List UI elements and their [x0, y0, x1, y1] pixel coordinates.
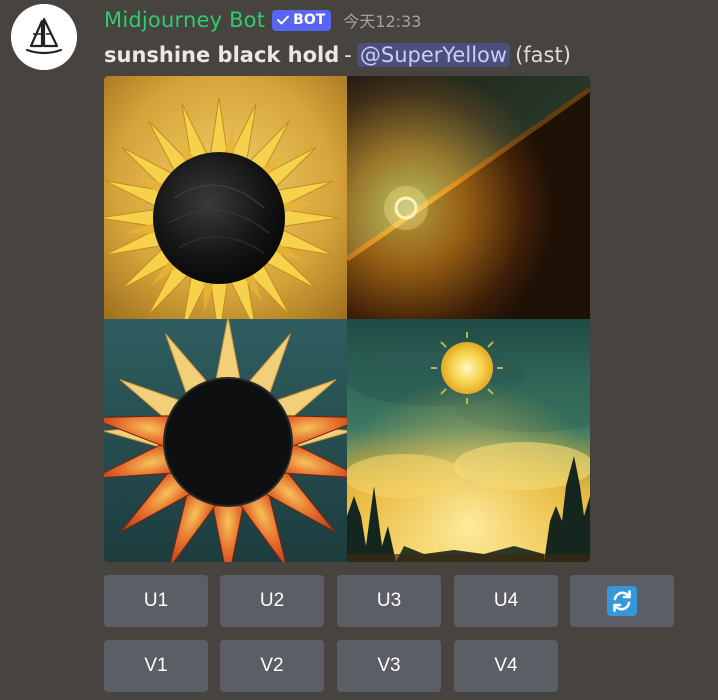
prompt-text: sunshine black hold [104, 43, 340, 67]
variation-button-label: V2 [260, 655, 284, 676]
image-tile-2 [347, 76, 590, 319]
bot-message: Midjourney Bot BOT 今天12:33 sunshine blac… [0, 0, 718, 700]
upscale-button-3[interactable]: U3 [337, 575, 441, 627]
upscale-button-2[interactable]: U2 [220, 575, 324, 627]
variation-button-label: V1 [144, 655, 168, 676]
upscale-button-label: U3 [376, 590, 402, 611]
image-tile-3 [104, 319, 347, 562]
sailboat-icon [11, 4, 77, 70]
message-content: sunshine black hold - @SuperYellow (fast… [104, 38, 571, 72]
variation-button-label: V3 [377, 655, 401, 676]
reroll-button[interactable] [570, 575, 674, 627]
variation-button-2[interactable]: V2 [220, 640, 324, 692]
upscale-button-label: U4 [493, 590, 519, 611]
variation-button-4[interactable]: V4 [454, 640, 558, 692]
upscale-button-4[interactable]: U4 [454, 575, 558, 627]
user-mention[interactable]: @SuperYellow [356, 43, 511, 67]
upscale-button-1[interactable]: U1 [104, 575, 208, 627]
upscale-button-label: U2 [259, 590, 285, 611]
author-name[interactable]: Midjourney Bot [104, 8, 265, 32]
image-tile-1 [104, 76, 347, 319]
image-tile-4 [347, 319, 590, 562]
refresh-icon [607, 586, 637, 616]
variation-button-label: V4 [494, 655, 518, 676]
image-grid[interactable] [104, 76, 590, 562]
message-header: Midjourney Bot BOT 今天12:33 [104, 4, 421, 36]
bot-badge-label: BOT [293, 11, 326, 28]
variation-button-3[interactable]: V3 [337, 640, 441, 692]
bot-badge: BOT [272, 9, 332, 31]
speed-mode: (fast) [515, 43, 571, 67]
upscale-button-label: U1 [143, 590, 169, 611]
prompt-separator: - [344, 43, 352, 67]
avatar[interactable] [11, 4, 77, 70]
variation-button-1[interactable]: V1 [104, 640, 208, 692]
checkmark-icon [277, 15, 290, 25]
message-timestamp: 今天12:33 [343, 12, 422, 31]
